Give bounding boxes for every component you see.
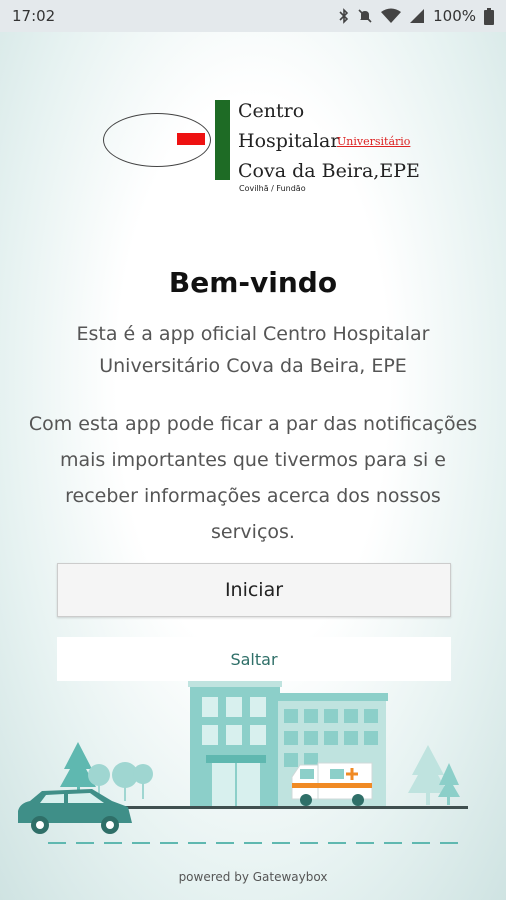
start-button[interactable]: Iniciar bbox=[57, 563, 451, 617]
mute-icon bbox=[358, 9, 372, 23]
intro-text: Esta é a app oficial Centro Hospitalar U… bbox=[20, 318, 486, 382]
logo-line-2: Hospitalar bbox=[238, 130, 340, 152]
tree-right bbox=[408, 745, 460, 805]
logo-red-mark bbox=[177, 133, 205, 145]
status-time: 17:02 bbox=[12, 7, 56, 25]
desc-line: Com esta app pode ficar a par das notifi… bbox=[28, 413, 478, 435]
skip-button[interactable]: Saltar bbox=[57, 637, 451, 681]
logo-line-3: Cova da Beira,EPE bbox=[238, 160, 420, 182]
description-text: Com esta app pode ficar a par das notifi… bbox=[6, 406, 500, 550]
bluetooth-icon bbox=[339, 8, 349, 24]
status-bar: 17:02 100% bbox=[0, 0, 506, 32]
intro-line: Esta é a app oficial Centro Hospitalar bbox=[76, 323, 430, 345]
battery-percent: 100% bbox=[433, 7, 476, 25]
wifi-icon bbox=[381, 8, 402, 23]
hospital-logo: Centro Hospitalar Universitário Cova da … bbox=[100, 96, 420, 196]
desc-line: receber informações acerca dos nossos bbox=[65, 485, 441, 507]
intro-line: Universitário Cova da Beira, EPE bbox=[99, 355, 407, 377]
powered-by-footer: powered by Gatewaybox bbox=[178, 870, 328, 884]
desc-line: mais importantes que tivermos para si e bbox=[59, 449, 446, 471]
car bbox=[18, 789, 132, 834]
hospital-illustration bbox=[18, 670, 468, 844]
logo-line-1: Centro bbox=[238, 100, 305, 122]
logo-green-bar bbox=[215, 100, 230, 180]
signal-icon bbox=[410, 9, 425, 23]
welcome-title: Bem-vindo bbox=[168, 266, 338, 299]
logo-line-4: Covilhã / Fundão bbox=[239, 184, 306, 193]
status-icons: 100% bbox=[339, 7, 494, 25]
logo-line-2-small: Universitário bbox=[337, 135, 411, 148]
battery-icon bbox=[484, 7, 494, 25]
desc-line: serviços. bbox=[211, 521, 295, 543]
